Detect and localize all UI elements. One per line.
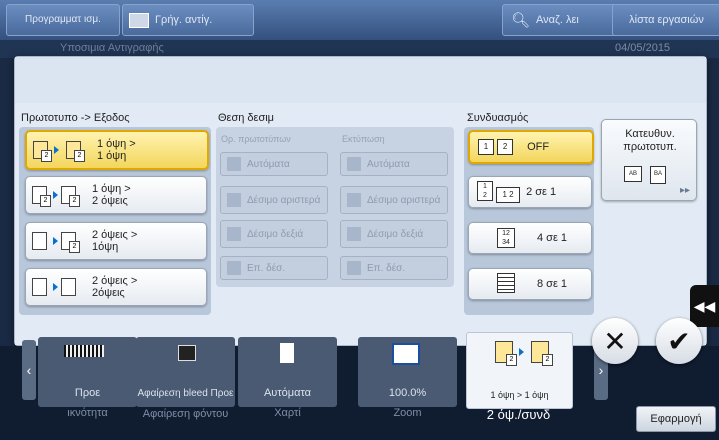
original-output-title: Πρωτοτυπο -> Εξοδος — [21, 112, 130, 124]
option-label: 4 σε 1 — [537, 232, 568, 244]
combine-4in1-button[interactable]: 12 34 4 σε 1 — [468, 222, 592, 254]
button-label: Επ. δέσ. — [367, 262, 406, 274]
density-icon — [64, 345, 104, 357]
copy-icon — [129, 12, 149, 28]
zoom-icon — [392, 343, 420, 365]
duplex-2to1-button[interactable]: 2 2 όψεις > 1όψη — [25, 222, 207, 260]
duplex-combine-dialog: Πρωτοτυπο -> Εξοδος 22 1 όψη > 1 όψη 22 … — [14, 56, 707, 346]
auto-icon — [347, 157, 361, 171]
orig-auto-button[interactable]: Αυτόματα — [220, 152, 328, 176]
search-label: Αναζ. λει — [536, 14, 579, 26]
expand-arrow-icon: ▸▸ — [679, 185, 690, 196]
2sided-to-2sided-icon — [32, 278, 76, 296]
orig-right-bind-button[interactable]: Δέσιμο δεξιά — [220, 220, 328, 248]
duplex-1to1-button[interactable]: 22 1 όψη > 1 όψη — [25, 130, 209, 170]
paper-caption: Χαρτί — [274, 407, 301, 419]
combine-off-icon: 1 2 — [478, 139, 514, 155]
print-binding-header: Εκτύπωση — [342, 134, 385, 144]
1sided-to-2sided-icon: 22 — [32, 186, 80, 207]
option-label: 2 σε 1 — [526, 186, 557, 198]
cancel-button[interactable]: ✕ — [592, 318, 638, 364]
auto-icon — [227, 157, 241, 171]
print-auto-button[interactable]: Αυτόματα — [340, 152, 448, 176]
combination-title: Συνδυασμός — [467, 112, 529, 124]
orig-left-bind-button[interactable]: Δέσιμο αριστερά — [220, 186, 328, 214]
original-binding-header: Ορ. πρωτοτύπων — [221, 134, 291, 144]
tile-label: Αφαίρεση bleed Προε — [137, 388, 234, 399]
top-bar: Προγραμματ ισμ. Γρήγ. αντίγ. 🔍︎ Αναζ. λε… — [0, 0, 719, 40]
top-bind-icon — [227, 261, 241, 275]
dialog-header — [15, 57, 706, 103]
direction-icons: AB BA — [624, 166, 666, 184]
original-direction-button[interactable]: Κατευθυν. πρωτοτυπ. AB BA ▸▸ — [601, 119, 697, 201]
option-label: OFF — [527, 141, 550, 153]
date-display: 04/05/2015 — [615, 42, 671, 54]
button-label: Δέσιμο δεξιά — [367, 228, 424, 240]
search-button[interactable]: 🔍︎ Αναζ. λει — [502, 4, 620, 36]
button-label: Δέσιμο αριστερά — [367, 194, 441, 206]
tile-label: 100.0% — [388, 387, 427, 399]
collapse-side-tab[interactable]: ◀◀ — [690, 285, 719, 327]
button-label: Δέσιμο αριστερά — [247, 194, 321, 206]
combine-2in1-button[interactable]: 12 1 2 2 σε 1 — [468, 176, 592, 208]
search-icon: 🔍︎ — [511, 12, 531, 29]
duplex-caption: 2 όψ./συνδ — [486, 407, 551, 422]
combine-off-button[interactable]: 1 2 OFF — [468, 130, 594, 164]
density-caption: ικνότητα — [67, 407, 108, 419]
button-label: Αυτόματα — [367, 158, 410, 170]
4in1-icon: 12 34 — [497, 228, 515, 248]
close-icon: ✕ — [603, 325, 627, 357]
quick-copy-label: Γρήγ. αντίγ. — [155, 14, 213, 26]
bleed-icon — [178, 345, 196, 361]
tile-label: Προε — [74, 387, 101, 399]
direction-label: Κατευθυν. πρωτοτυπ. — [623, 128, 677, 153]
tile-label: 1 όψη > 1 όψη — [490, 390, 549, 400]
combine-8in1-button[interactable]: 8 σε 1 — [468, 268, 592, 300]
print-left-bind-button[interactable]: Δέσιμο αριστερά — [340, 186, 448, 214]
bleed-removal-tile[interactable]: Αφαίρεση bleed Προε — [136, 337, 235, 407]
quick-copy-button[interactable]: Γρήγ. αντίγ. — [122, 4, 254, 36]
left-bind-icon — [347, 193, 361, 207]
tile-label: Αυτόματα — [263, 387, 312, 399]
print-top-bind-button[interactable]: Επ. δέσ. — [340, 256, 448, 280]
zoom-caption: Zoom — [393, 407, 422, 419]
option-label: 2 όψεις > 2όψεις — [92, 275, 138, 299]
orig-top-bind-button[interactable]: Επ. δέσ. — [220, 256, 328, 280]
duplex-combine-tile[interactable]: 22 1 όψη > 1 όψη — [466, 332, 573, 409]
button-label: Δέσιμο δεξιά — [247, 228, 304, 240]
button-label: Αυτόματα — [247, 158, 290, 170]
density-tile[interactable]: Προε — [38, 337, 137, 407]
8in1-icon — [497, 272, 515, 296]
behind-title: Υποσιμια Αντιγραφής — [60, 42, 164, 54]
option-label: 1 όψη > 1 όψη — [97, 138, 136, 162]
job-list-button[interactable]: λίστα εργασιών — [612, 4, 719, 36]
option-label: 1 όψη > 2 όψεις — [92, 183, 131, 207]
button-label: Επ. δέσ. — [247, 262, 286, 274]
right-bind-icon — [227, 227, 241, 241]
option-label: 2 όψεις > 1όψη — [92, 229, 138, 253]
ok-button[interactable]: ✔ — [656, 318, 702, 364]
paper-tile[interactable]: Αυτόματα — [238, 337, 337, 407]
2sided-to-1sided-icon: 2 — [32, 232, 80, 253]
bleed-caption: Αφαίρεση φόντου — [142, 408, 229, 420]
2in1-icon: 12 1 2 — [477, 181, 521, 203]
apply-button[interactable]: Εφαρμογή — [636, 406, 716, 432]
duplex-1to2-button[interactable]: 22 1 όψη > 2 όψεις — [25, 176, 207, 214]
scroll-left-arrow[interactable]: ‹ — [22, 340, 36, 400]
left-bind-icon — [227, 193, 241, 207]
option-label: 8 σε 1 — [537, 278, 568, 290]
top-bind-icon — [347, 261, 361, 275]
binding-position-title: Θεση δεσιμ — [218, 112, 275, 124]
1sided-to-1sided-icon: 22 — [33, 141, 85, 162]
paper-icon — [280, 343, 294, 363]
programs-button[interactable]: Προγραμματ ισμ. — [6, 4, 120, 36]
duplex-icon: 22 — [495, 341, 553, 366]
duplex-2to2-button[interactable]: 2 όψεις > 2όψεις — [25, 268, 207, 306]
check-icon: ✔ — [667, 325, 691, 357]
right-bind-icon — [347, 227, 361, 241]
print-right-bind-button[interactable]: Δέσιμο δεξιά — [340, 220, 448, 248]
zoom-tile[interactable]: 100.0% — [358, 337, 457, 407]
